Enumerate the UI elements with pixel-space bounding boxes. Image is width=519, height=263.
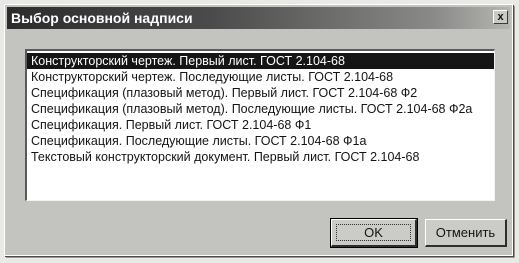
list-item[interactable]: Спецификация (плазовый метод). Первый ли…	[27, 85, 494, 101]
list-item[interactable]: Конструкторский чертеж. Последующие лист…	[27, 69, 494, 85]
list-item[interactable]: Спецификация (плазовый метод). Последующ…	[27, 101, 494, 117]
list-item[interactable]: Конструкторский чертеж. Первый лист. ГОС…	[27, 53, 494, 69]
ok-button[interactable]: OK	[330, 218, 418, 248]
close-icon[interactable]: x	[493, 10, 508, 24]
title-block-listbox[interactable]: Конструкторский чертеж. Первый лист. ГОС…	[25, 49, 495, 201]
list-item[interactable]: Спецификация. Последующие листы. ГОСТ 2.…	[27, 133, 494, 149]
cancel-button[interactable]: Отменить	[425, 219, 507, 247]
dialog-window: Выбор основной надписи x Конструкторский…	[4, 4, 513, 256]
list-item[interactable]: Текстовый конструкторский документ. Перв…	[27, 149, 494, 165]
ok-button-label: OK	[336, 224, 411, 241]
dialog-title: Выбор основной надписи	[11, 10, 193, 26]
list-item[interactable]: Спецификация. Первый лист. ГОСТ 2.104-68…	[27, 117, 494, 133]
title-bar[interactable]: Выбор основной надписи x	[7, 7, 510, 29]
